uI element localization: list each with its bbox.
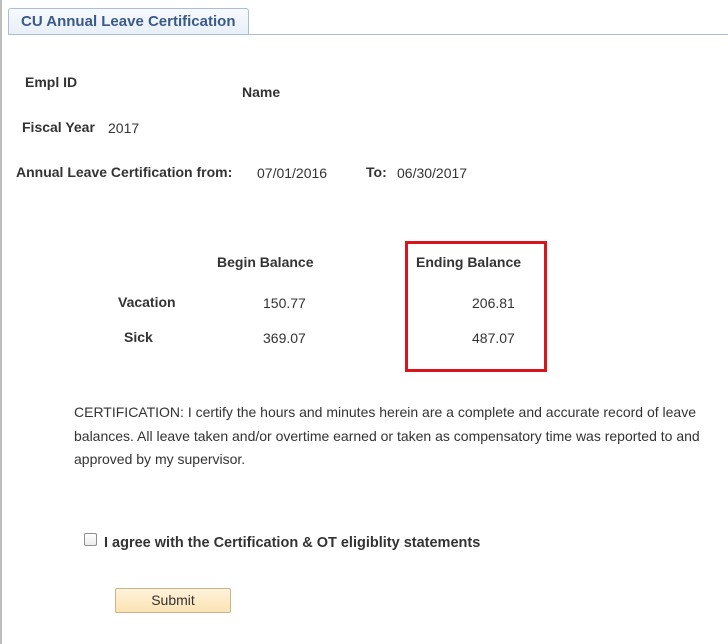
certification-from-label: Annual Leave Certification from:: [16, 164, 233, 180]
fiscal-year-value: 2017: [108, 120, 140, 136]
certification-from-value: 07/01/2016: [257, 165, 328, 181]
agree-checkbox-label[interactable]: I agree with the Certification & OT elig…: [104, 535, 480, 551]
name-label: Name: [242, 84, 281, 100]
submit-button[interactable]: Submit: [115, 588, 231, 613]
page-left-border: [0, 0, 2, 644]
begin-balance-header: Begin Balance: [217, 254, 314, 270]
empl-id-label: Empl ID: [25, 74, 78, 90]
certification-to-label: To:: [366, 164, 387, 180]
tab-cu-annual-leave-certification[interactable]: CU Annual Leave Certification: [8, 8, 249, 34]
certification-to-value: 06/30/2017: [397, 165, 468, 181]
agree-checkbox[interactable]: [84, 533, 97, 546]
tab-bar-divider: [8, 34, 728, 35]
sick-begin-balance: 369.07: [263, 330, 306, 346]
fiscal-year-label: Fiscal Year: [22, 119, 95, 135]
certification-statement: CERTIFICATION: I certify the hours and m…: [74, 404, 700, 467]
sick-label: Sick: [124, 329, 153, 345]
ending-balance-highlight: [405, 241, 547, 372]
vacation-begin-balance: 150.77: [263, 295, 306, 311]
vacation-label: Vacation: [118, 294, 176, 310]
